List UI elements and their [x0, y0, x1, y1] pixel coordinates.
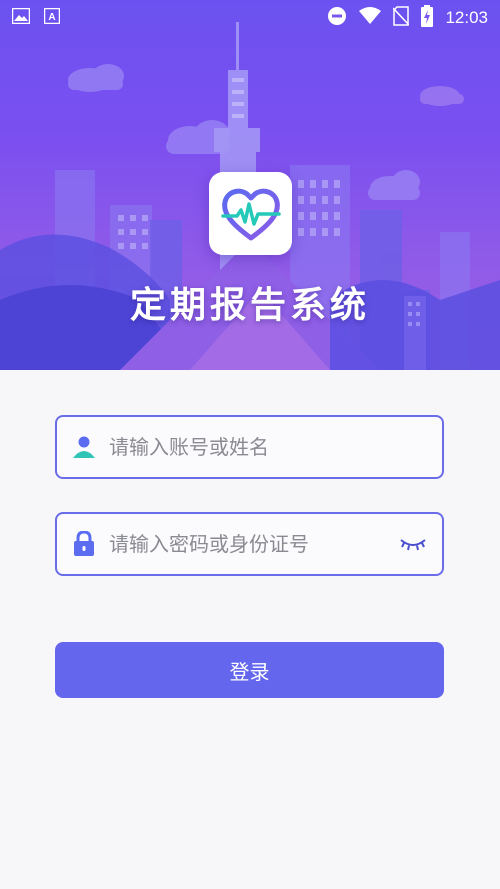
eye-closed-icon[interactable] [398, 532, 428, 556]
no-sim-icon [392, 6, 410, 30]
status-time: 12:03 [445, 8, 488, 27]
hero-banner: A 12:03 定期报告系统 [0, 0, 500, 370]
heart-pulse-icon [220, 188, 281, 240]
font-icon: A [43, 7, 61, 28]
status-bar: A 12:03 [0, 0, 500, 36]
battery-charging-icon [421, 5, 434, 31]
image-icon [11, 7, 31, 28]
account-field[interactable] [55, 415, 444, 479]
do-not-disturb-icon [327, 6, 347, 30]
account-input[interactable] [109, 435, 428, 459]
password-input[interactable] [109, 532, 398, 556]
login-button[interactable]: 登录 [55, 642, 444, 698]
svg-text:A: A [48, 12, 55, 23]
password-field[interactable] [55, 512, 444, 576]
app-logo [209, 172, 292, 255]
app-title: 定期报告系统 [129, 285, 370, 326]
lock-icon [71, 531, 97, 557]
wifi-icon [359, 7, 382, 29]
user-icon [71, 434, 97, 460]
